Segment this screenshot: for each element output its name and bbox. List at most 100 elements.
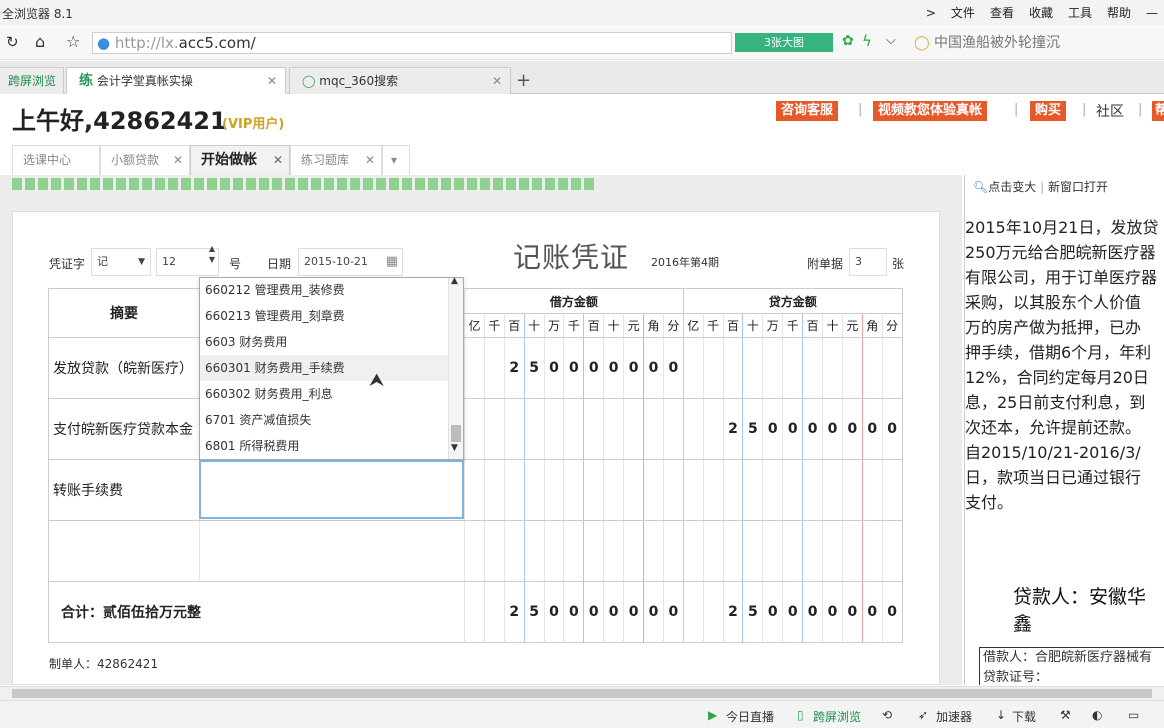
tools-icon[interactable]: ⚒ — [1060, 708, 1071, 722]
voucher-title: 记账凭证 — [513, 241, 630, 274]
summary-cell[interactable]: 发放贷款（皖新医疗） — [48, 337, 200, 399]
dropdown-option[interactable]: 660302 财务费用_利息 — [200, 381, 448, 407]
preparer: 制单人：42862421 — [49, 657, 159, 671]
tab-cross-screen[interactable]: 跨屏浏览 — [0, 67, 64, 94]
debit-digit — [643, 398, 664, 460]
account-dropdown[interactable]: 660212 管理费用_装修费 660213 管理费用_刻章费 6603 财务费用 6… — [199, 276, 464, 460]
menu-favorites[interactable]: 收藏 — [1029, 4, 1053, 21]
calendar-icon[interactable]: ▦ — [386, 249, 398, 275]
shield-icon[interactable]: ✿ — [842, 33, 854, 49]
menu-file[interactable]: 文件 — [951, 4, 975, 21]
tab-360-search[interactable]: ◯ mqc_360搜索 ✕ — [289, 67, 511, 94]
date-label: 日期 — [267, 257, 292, 271]
dropdown-scrollbar[interactable]: ▲ ▼ — [448, 276, 463, 459]
unit-header: 亿 — [464, 313, 485, 338]
close-icon[interactable]: ✕ — [267, 68, 277, 94]
consult-button[interactable]: 咨询客服 — [776, 101, 839, 121]
refresh-icon[interactable]: ⟲ — [882, 708, 892, 722]
subtab-microloan[interactable]: 小额贷款 ✕ — [100, 145, 190, 175]
download-icon[interactable]: ↓ — [996, 708, 1006, 722]
strip-square — [519, 178, 529, 190]
url-input[interactable]: ● http://lx.acc5.com/ — [92, 32, 732, 54]
zoom-link[interactable]: 点击变大 — [988, 180, 1036, 194]
live-link[interactable]: 今日直播 — [726, 708, 774, 725]
voucher-number-stepper[interactable]: 12 ▲ ▼ — [156, 244, 219, 276]
voucher-word-select[interactable]: 记 ▼ — [91, 248, 151, 276]
rocket-icon[interactable]: ➶ — [918, 708, 928, 722]
attachment-count-input[interactable]: 3 — [849, 248, 887, 276]
close-icon[interactable]: ✕ — [173, 146, 183, 174]
home-icon[interactable]: ⌂ — [35, 32, 45, 51]
account-input-focused[interactable] — [199, 460, 464, 519]
strip-square — [129, 178, 139, 190]
scroll-thumb[interactable] — [451, 425, 461, 442]
credit-digit: 2 — [722, 398, 744, 460]
subtab-start-bookkeeping[interactable]: 开始做帐 ✕ — [190, 145, 290, 175]
download-link[interactable]: 下载 — [1012, 708, 1036, 725]
close-icon[interactable]: ✕ — [365, 146, 375, 174]
close-icon[interactable]: ✕ — [492, 68, 502, 94]
credit-digit — [682, 520, 704, 582]
tab-bar: 跨屏浏览 练 会计学堂真帐实操 ✕ ◯ mqc_360搜索 ✕ + — [0, 61, 1164, 94]
scroll-up-icon[interactable]: ▲ — [451, 276, 458, 286]
refresh-icon[interactable]: ↻ — [6, 33, 19, 51]
star-icon[interactable]: ☆ — [66, 32, 80, 51]
window-icon[interactable]: ▭ — [1128, 708, 1139, 722]
unit-header: 亿 — [682, 313, 704, 338]
debit-digit — [483, 459, 505, 521]
reference-line: 采购，以其股东个人价值 — [965, 293, 1142, 312]
subtab-exercise-bank[interactable]: 练习题库 ✕ — [290, 145, 382, 175]
close-icon[interactable]: ✕ — [273, 146, 283, 174]
tab-accounting[interactable]: 练 会计学堂真帐实操 ✕ — [66, 67, 286, 94]
new-tab-button[interactable]: + — [516, 70, 531, 91]
menu-tools[interactable]: 工具 — [1068, 4, 1092, 21]
summary-cell[interactable]: 支付皖新医疗贷款本金 — [48, 398, 200, 460]
credit-digit: 0 — [762, 581, 783, 643]
dropdown-option[interactable]: 6701 资产减值损失 — [200, 407, 448, 433]
dropdown-option[interactable]: 6603 财务费用 — [200, 329, 448, 355]
big-image-button[interactable]: 3张大图 — [735, 33, 833, 52]
divider: | — [1014, 102, 1019, 117]
voucher-word-label: 凭证字 — [49, 257, 86, 271]
minimize-icon[interactable]: — — [1146, 6, 1158, 20]
menu-view[interactable]: 查看 — [990, 4, 1014, 21]
summary-cell[interactable]: 转账手续费 — [48, 459, 200, 521]
menu-help[interactable]: 帮助 — [1107, 4, 1131, 21]
lightning-icon[interactable]: ϟ — [862, 32, 872, 50]
summary-cell[interactable] — [48, 520, 200, 582]
dropdown-option[interactable]: 660213 管理费用_刻章费 — [200, 303, 448, 329]
dropdown-option[interactable]: 660301 财务费用_手续费 — [200, 355, 448, 381]
credit-digit: 0 — [841, 398, 863, 460]
chevron-down-icon[interactable]: ⌵ — [886, 33, 896, 48]
reference-panel: 🔍︎点击变大 | 新窗口打开 2015年10月21日，发放贷 250万元给合肥皖新… — [964, 175, 1164, 685]
page-header: 上午好,42862421 (VIP用户) 咨询客服 | 视频教您体验真帐 | 购… — [0, 95, 1164, 175]
search-icon: ◯ — [914, 35, 930, 51]
credit-digit — [682, 581, 704, 643]
live-icon[interactable]: ▶ — [708, 708, 717, 722]
search-box[interactable]: ◯ 中国渔船被外轮撞沉 — [908, 32, 1164, 54]
chevron-right-icon[interactable]: > — [926, 6, 936, 20]
accelerator-link[interactable]: 加速器 — [936, 708, 972, 725]
debit-digit — [623, 398, 645, 460]
subtab-more-dropdown[interactable]: ▾ — [382, 145, 410, 175]
buy-button[interactable]: 购买 — [1030, 101, 1067, 121]
scroll-thumb[interactable] — [12, 689, 1152, 698]
reference-text: 2015年10月21日，发放贷 250万元给合肥皖新医疗器 有限公司，用于订单医疗器… — [965, 215, 1164, 515]
subtab-course-center[interactable]: 选课中心 — [12, 145, 100, 175]
date-input[interactable]: 2015-10-21 ▦ — [298, 248, 403, 276]
dropdown-option[interactable]: 660212 管理费用_装修费 — [200, 277, 448, 303]
horizontal-scrollbar[interactable] — [0, 686, 1164, 700]
dropdown-option[interactable]: 6801 所得税费用 — [200, 433, 448, 459]
community-link[interactable]: 社区 — [1096, 101, 1124, 121]
scroll-down-icon[interactable]: ▼ — [451, 443, 458, 453]
browser-icon[interactable]: ◐ — [1092, 708, 1102, 722]
new-window-link[interactable]: 新窗口打开 — [1048, 180, 1108, 194]
stepper-arrows-icon[interactable]: ▲ ▼ — [209, 243, 215, 265]
account-cell[interactable] — [199, 520, 465, 582]
video-tutorial-button[interactable]: 视频教您体验真帐 — [873, 101, 988, 121]
strip-square — [25, 178, 35, 190]
credit-digit — [822, 520, 843, 582]
help-button[interactable]: 帮 — [1152, 101, 1164, 121]
phone-icon[interactable]: ▯ — [797, 708, 804, 722]
cross-screen-link[interactable]: 跨屏浏览 — [813, 708, 861, 725]
